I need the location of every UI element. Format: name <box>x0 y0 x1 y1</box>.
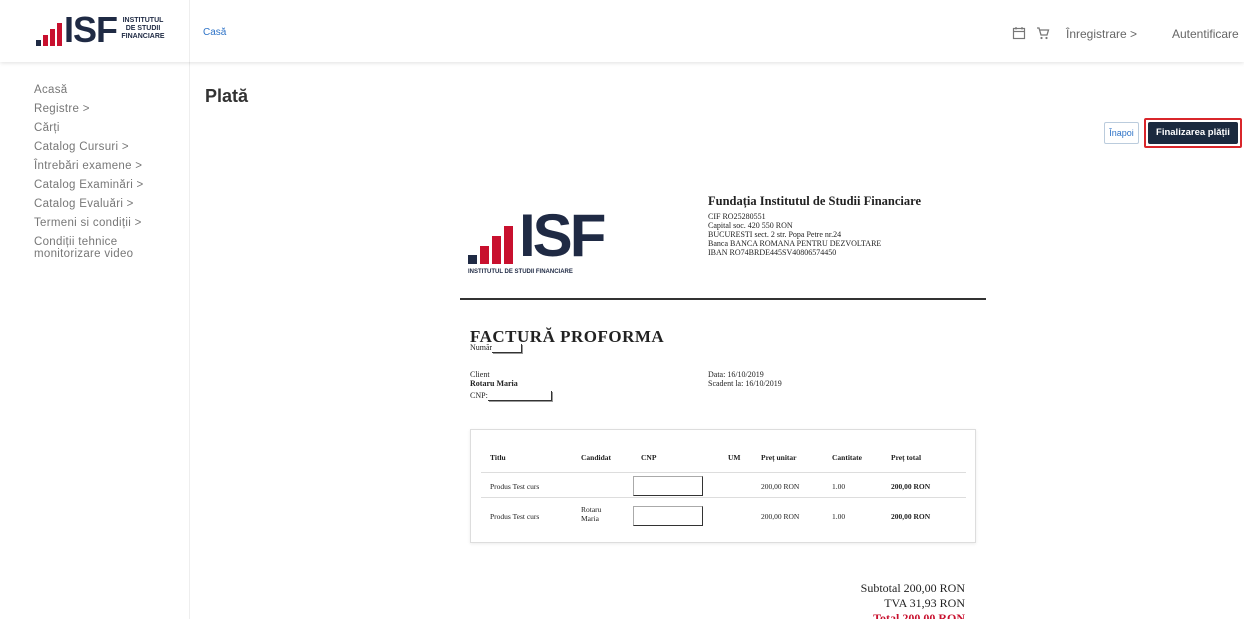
col-unit-price: Preț unitar <box>761 453 797 462</box>
sidebar-item-terms[interactable]: Termeni si condiții > <box>34 217 142 229</box>
page-title: Plată <box>205 86 249 106</box>
invoice-divider <box>460 298 986 300</box>
row2-quantity: 1.00 <box>832 512 846 521</box>
sidebar-item-books[interactable]: Cărți <box>34 122 60 134</box>
back-button[interactable]: Înapoi <box>1104 122 1139 144</box>
sidebar-item-courses[interactable]: Catalog Cursuri > <box>34 141 129 153</box>
client-label: Client <box>470 370 490 379</box>
sidebar-item-exam-questions[interactable]: Întrebări examene > <box>34 160 142 172</box>
invoice-number: Număr <box>470 343 523 353</box>
invoice-logo-subtitle: INSTITUTUL DE STUDII FINANCIARE <box>468 269 573 275</box>
col-quantity: Cantitate <box>832 453 862 462</box>
company-iban: IBAN RO74BRDE445SV40806574450 <box>708 248 837 257</box>
row2-unit-price: 200,00 RON <box>761 512 800 521</box>
company-capital: Capital soc. 420 550 RON <box>708 221 793 230</box>
row1-title: Produs Test curs <box>490 482 540 491</box>
company-address: BUCURESTI sect. 2 str. Popa Petre nr.24 <box>708 230 842 239</box>
row2-candidate: Rotaru Maria <box>581 505 602 523</box>
logo-subtitle: INSTITUTUL DE STUDII FINANCIARE <box>121 17 165 40</box>
logo-text: ISF <box>64 9 118 50</box>
sidebar-item-video-monitoring[interactable]: Condiții tehnice monitorizare video <box>34 236 179 260</box>
invoice-due-date: Scadent la: 16/10/2019 <box>708 379 782 388</box>
finish-payment-button[interactable]: Finalizarea plății <box>1148 122 1238 144</box>
company-bank: Banca BANCA ROMANA PENTRU DEZVOLTARE <box>708 239 882 248</box>
row2-title: Produs Test curs <box>490 512 540 521</box>
invoice-date: Data: 16/10/2019 <box>708 370 764 379</box>
row2-cnp-redacted <box>633 506 703 526</box>
sidebar-item-evaluations[interactable]: Catalog Evaluări > <box>34 198 134 210</box>
calendar-icon[interactable] <box>1012 26 1026 40</box>
col-total-price: Preț total <box>891 453 922 462</box>
invoice-logo: ISF INSTITUTUL DE STUDII FINANCIARE <box>468 206 606 286</box>
client-name: Rotaru Maria <box>470 379 518 388</box>
site-logo[interactable]: ISF INSTITUTUL DE STUDII FINANCIARE <box>0 0 190 62</box>
redacted-number <box>492 343 523 353</box>
invoice-table: Titlu Candidat CNP UM Preț unitar Cantit… <box>470 429 976 543</box>
sidebar-item-registers[interactable]: Registre > <box>34 103 90 115</box>
sidebar-item-exams[interactable]: Catalog Examinări > <box>34 179 144 191</box>
row1-unit-price: 200,00 RON <box>761 482 800 491</box>
row1-cnp-redacted <box>633 476 703 496</box>
breadcrumb-home[interactable]: Casă <box>203 27 226 38</box>
logo-bars-icon <box>36 16 66 46</box>
col-title: Titlu <box>490 453 506 462</box>
finish-payment-highlight: Finalizarea plății <box>1144 118 1242 148</box>
total: Total 200,00 RON <box>873 611 965 619</box>
row1-quantity: 1.00 <box>832 482 846 491</box>
row1-total: 200,00 RON <box>891 482 931 491</box>
table-row-divider <box>481 497 966 498</box>
cart-icon[interactable] <box>1036 26 1050 40</box>
row2-total: 200,00 RON <box>891 512 931 521</box>
col-candidate: Candidat <box>581 453 612 462</box>
sidebar: Acasă Registre > Cărți Catalog Cursuri >… <box>0 62 190 619</box>
tva: TVA 31,93 RON <box>884 596 965 610</box>
table-row-divider <box>481 472 966 473</box>
col-um: UM <box>728 453 741 462</box>
client-cnp: CNP: <box>470 391 552 402</box>
login-link[interactable]: Autentificare <box>1172 27 1239 41</box>
client-cnp-label: CNP <box>470 391 486 400</box>
subtotal: Subtotal 200,00 RON <box>860 581 965 595</box>
invoice-number-label: Număr <box>470 343 493 352</box>
register-link[interactable]: Înregistrare > <box>1066 27 1137 41</box>
col-cnp: CNP <box>641 453 657 462</box>
top-bar: ISF INSTITUTUL DE STUDII FINANCIARE Casă… <box>0 0 1244 62</box>
company-cif: CIF RO25280551 <box>708 212 766 221</box>
invoice-logo-text: ISF <box>519 202 606 269</box>
sidebar-item-home[interactable]: Acasă <box>34 84 67 96</box>
redacted-cnp <box>487 391 552 402</box>
company-name: Fundația Institutul de Studii Financiare <box>708 194 922 208</box>
